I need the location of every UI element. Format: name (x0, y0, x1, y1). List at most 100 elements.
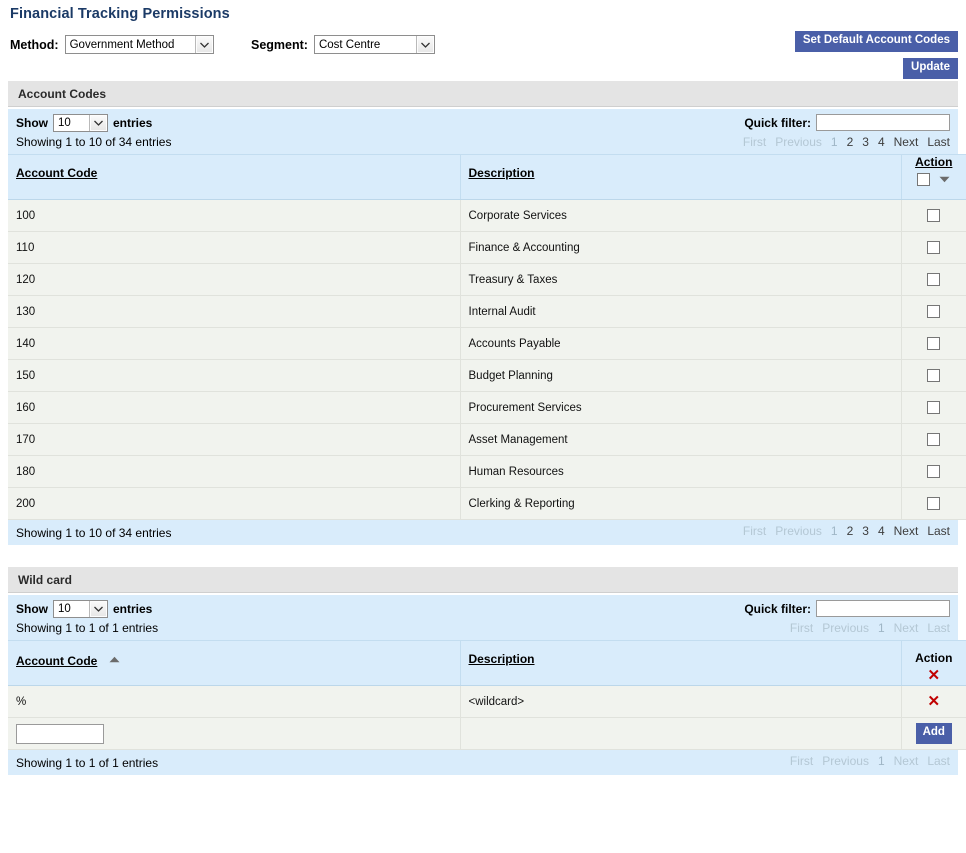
cell-description: Asset Management (460, 424, 901, 456)
cell-action (901, 456, 966, 488)
pager-page-1[interactable]: 1 (831, 135, 838, 149)
column-header-description-label: Description (469, 652, 535, 666)
pager-previous[interactable]: Previous (822, 621, 869, 635)
pager-next[interactable]: Next (894, 524, 919, 538)
table-header-row: Account Code Description Action ✕ (8, 641, 966, 686)
table-row: 200 Clerking & Reporting (8, 488, 966, 520)
quick-filter-input[interactable] (816, 600, 950, 617)
pager-previous[interactable]: Previous (822, 754, 869, 768)
row-checkbox[interactable] (927, 305, 940, 318)
column-header-description-label: Description (469, 166, 535, 180)
cell-account-code: 180 (8, 456, 460, 488)
cell-account-code: 150 (8, 360, 460, 392)
controls-row: Method: Government Method Segment: Cost … (8, 29, 958, 81)
column-header-account-code[interactable]: Account Code (8, 155, 460, 200)
caret-down-icon[interactable] (939, 172, 950, 186)
pager-first[interactable]: First (790, 621, 813, 635)
column-header-action: Action ✕ (901, 641, 966, 686)
pager-last[interactable]: Last (927, 524, 950, 538)
pager-numbers: 1 (878, 621, 885, 635)
method-select-value: Government Method (66, 36, 195, 53)
segment-label: Segment: (251, 38, 308, 52)
column-header-description[interactable]: Description (460, 641, 901, 686)
pager-page-1[interactable]: 1 (878, 754, 885, 768)
cell-account-code: 170 (8, 424, 460, 456)
page-root: Financial Tracking Permissions Method: G… (0, 6, 966, 775)
pager-page-1[interactable]: 1 (831, 524, 838, 538)
method-select[interactable]: Government Method (65, 35, 214, 54)
pager-last[interactable]: Last (927, 135, 950, 149)
new-account-code-input[interactable] (16, 724, 104, 744)
cell-account-code: 140 (8, 328, 460, 360)
pager-previous[interactable]: Previous (775, 524, 822, 538)
cell-account-code: 200 (8, 488, 460, 520)
pager-page-1[interactable]: 1 (878, 621, 885, 635)
segment-select[interactable]: Cost Centre (314, 35, 435, 54)
account-codes-table-footer: Showing 1 to 10 of 34 entries First Prev… (8, 520, 958, 545)
pager-page-4[interactable]: 4 (878, 524, 885, 538)
pager-page-2[interactable]: 2 (847, 135, 854, 149)
account-codes-pager-top: First Previous 1 2 3 4 Next Last (743, 135, 950, 149)
cell-description: Clerking & Reporting (460, 488, 901, 520)
account-codes-section-header: Account Codes (8, 81, 958, 107)
cell-account-code: 120 (8, 264, 460, 296)
pager-numbers: 1 (878, 754, 885, 768)
row-checkbox[interactable] (927, 241, 940, 254)
table-row: % <wildcard> ✕ (8, 686, 966, 718)
table-row: 150 Budget Planning (8, 360, 966, 392)
cell-description: Finance & Accounting (460, 232, 901, 264)
column-header-account-code[interactable]: Account Code (8, 641, 460, 686)
pager-page-2[interactable]: 2 (847, 524, 854, 538)
pager-last[interactable]: Last (927, 621, 950, 635)
chevron-down-icon (195, 36, 213, 53)
cell-action (901, 200, 966, 232)
cell-description: Budget Planning (460, 360, 901, 392)
set-default-account-codes-button[interactable]: Set Default Account Codes (795, 31, 958, 52)
account-codes-table-body: 100 Corporate Services 110 Finance & Acc… (8, 200, 966, 520)
delete-x-icon[interactable]: ✕ (927, 694, 940, 709)
cell-action (901, 264, 966, 296)
pager-first[interactable]: First (743, 135, 766, 149)
pager-page-3[interactable]: 3 (862, 135, 869, 149)
row-checkbox[interactable] (927, 401, 940, 414)
quick-filter-input[interactable] (816, 114, 950, 131)
wild-card-quick-filter: Quick filter: (744, 600, 950, 617)
pager-last[interactable]: Last (927, 754, 950, 768)
cell-description: Accounts Payable (460, 328, 901, 360)
row-checkbox[interactable] (927, 369, 940, 382)
column-header-account-code-label: Account Code (16, 654, 97, 668)
cell-account-code: % (8, 686, 460, 718)
row-checkbox[interactable] (927, 465, 940, 478)
add-button[interactable]: Add (916, 723, 952, 744)
cell-account-code: 160 (8, 392, 460, 424)
pager-first[interactable]: First (743, 524, 766, 538)
pager-next[interactable]: Next (894, 135, 919, 149)
column-header-account-code-label: Account Code (16, 166, 97, 180)
row-checkbox[interactable] (927, 433, 940, 446)
row-checkbox[interactable] (927, 209, 940, 222)
delete-all-x-icon[interactable]: ✕ (927, 668, 940, 683)
pager-next[interactable]: Next (894, 621, 919, 635)
column-header-action-label: Action (902, 651, 966, 665)
pager-previous[interactable]: Previous (775, 135, 822, 149)
account-codes-section-title: Account Codes (18, 87, 106, 101)
pager-next[interactable]: Next (894, 754, 919, 768)
page-length-select[interactable]: 10 (53, 114, 108, 132)
account-codes-table: Account Code Description Action (8, 154, 966, 520)
cell-account-code: 110 (8, 232, 460, 264)
pager-page-4[interactable]: 4 (878, 135, 885, 149)
page-length-select[interactable]: 10 (53, 600, 108, 618)
row-checkbox[interactable] (927, 337, 940, 350)
pager-page-3[interactable]: 3 (862, 524, 869, 538)
row-checkbox[interactable] (927, 497, 940, 510)
row-checkbox[interactable] (927, 273, 940, 286)
update-button[interactable]: Update (903, 58, 958, 79)
method-control-group: Method: Government Method (10, 35, 214, 54)
pager-first[interactable]: First (790, 754, 813, 768)
cell-action: ✕ (901, 686, 966, 718)
entries-label: entries (113, 602, 152, 616)
column-header-description[interactable]: Description (460, 155, 901, 200)
select-all-checkbox[interactable] (917, 173, 930, 186)
entries-label: entries (113, 116, 152, 130)
cell-account-code: 130 (8, 296, 460, 328)
